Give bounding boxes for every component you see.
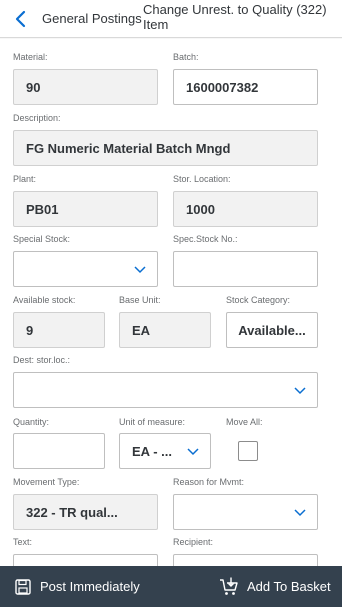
base-unit-value: EA	[132, 323, 151, 338]
plant-label: Plant:	[13, 174, 37, 184]
footer-toolbar: Post Immediately Add To Basket	[0, 566, 342, 607]
cart-add-icon	[219, 577, 247, 597]
header-bar: General Postings Change Unrest. to Quali…	[0, 0, 342, 38]
special-stock-label: Special Stock:	[13, 234, 71, 244]
batch-value: 1600007382	[186, 80, 259, 95]
stock-category-label: Stock Category:	[226, 295, 291, 305]
app-group-title: General Postings	[42, 11, 142, 26]
plant-field: PB01	[13, 191, 158, 227]
post-immediately-label: Post Immediately	[40, 579, 140, 594]
available-stock-field: 9	[13, 312, 105, 348]
add-to-basket-label: Add To Basket	[247, 579, 331, 594]
spec-stock-no-input[interactable]	[173, 251, 318, 287]
quantity-label: Quantity:	[13, 417, 50, 427]
description-value: FG Numeric Material Batch Mngd	[26, 141, 231, 156]
chevron-down-icon	[133, 264, 147, 274]
stor-location-label: Stor. Location:	[173, 174, 231, 184]
material-label: Material:	[13, 52, 48, 62]
spec-stock-no-label: Spec.Stock No.:	[173, 234, 238, 244]
description-label: Description:	[13, 113, 61, 123]
base-unit-field: EA	[119, 312, 211, 348]
unit-of-measure-value: EA - ...	[132, 444, 172, 459]
batch-field[interactable]: 1600007382	[173, 69, 318, 105]
movement-type-value: 322 - TR qual...	[26, 505, 118, 520]
movement-type-label: Movement Type:	[13, 477, 80, 487]
stock-category-value: Available...	[238, 323, 306, 338]
stock-category-button[interactable]: Available...	[226, 312, 318, 348]
page-title: Change Unrest. to Quality (322) Item	[143, 2, 327, 32]
plant-value: PB01	[26, 202, 59, 217]
post-immediately-button[interactable]: Post Immediately	[14, 566, 140, 607]
available-stock-value: 9	[26, 323, 34, 338]
text-input[interactable]	[13, 554, 158, 566]
unit-of-measure-select[interactable]: EA - ...	[119, 433, 211, 469]
add-to-basket-button[interactable]: Add To Basket	[219, 566, 331, 607]
reason-for-mvmt-select[interactable]	[173, 494, 318, 530]
unit-of-measure-label: Unit of measure:	[119, 417, 186, 427]
recipient-input[interactable]	[173, 554, 318, 566]
description-field: FG Numeric Material Batch Mngd	[13, 130, 318, 166]
move-all-checkbox[interactable]	[238, 441, 258, 461]
back-button[interactable]	[10, 8, 32, 30]
dest-stor-loc-label: Dest: stor.loc.:	[13, 355, 71, 365]
quantity-input[interactable]	[13, 433, 105, 469]
batch-label: Batch:	[173, 52, 199, 62]
chevron-down-icon	[186, 446, 200, 456]
chevron-down-icon	[293, 507, 307, 517]
stor-location-field: 1000	[173, 191, 318, 227]
material-field: 90	[13, 69, 158, 105]
available-stock-label: Available stock:	[13, 295, 76, 305]
recipient-label: Recipient:	[173, 537, 214, 547]
material-value: 90	[26, 80, 41, 95]
movement-type-field: 322 - TR qual...	[13, 494, 158, 530]
app: General Postings Change Unrest. to Quali…	[0, 0, 342, 607]
move-all-label: Move All:	[226, 417, 263, 427]
dest-stor-loc-select[interactable]	[13, 372, 318, 408]
stor-location-value: 1000	[186, 202, 215, 217]
chevron-left-icon	[10, 8, 32, 30]
save-disk-icon	[14, 578, 40, 596]
base-unit-label: Base Unit:	[119, 295, 161, 305]
text-label: Text:	[13, 537, 33, 547]
item-form: Material: 90 Batch: 1600007382 Descripti…	[0, 39, 342, 566]
special-stock-select[interactable]	[13, 251, 158, 287]
chevron-down-icon	[293, 385, 307, 395]
reason-for-mvmt-label: Reason for Mvmt:	[173, 477, 245, 487]
